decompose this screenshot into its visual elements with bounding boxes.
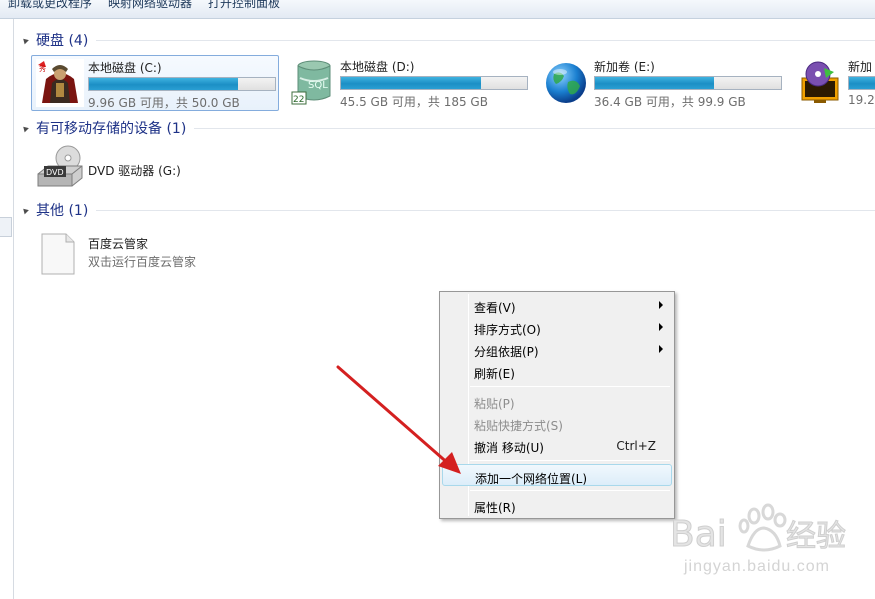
submenu-arrow-icon — [659, 345, 663, 353]
drive-name: 本地磁盘 (C:) — [88, 61, 162, 75]
baidu-jingyan-watermark: Bai 经验 jingyan.baidu.com — [668, 500, 868, 590]
menu-item-label: 粘贴(P) — [474, 397, 515, 411]
drive-usage-fill — [595, 77, 715, 89]
collapse-triangle-icon[interactable] — [21, 36, 29, 44]
group-header-removable[interactable]: 有可移动存储的设备 (1) — [21, 118, 875, 138]
item-name: 百度云管家 — [88, 237, 149, 251]
group-title: 其他 (1) — [36, 203, 89, 219]
drive-free-space: 9.96 GB 可用，共 50.0 GB — [88, 96, 240, 110]
watermark-site-text: jingyan.baidu.com — [684, 558, 830, 575]
command-toolbar: 卸载或更改程序 映射网络驱动器 打开控制面板 — [0, 0, 875, 19]
drive-usage-fill — [341, 77, 481, 89]
drive-name: 本地磁盘 (D:) — [340, 60, 415, 74]
warrior-drive-icon: 秀 — [36, 59, 84, 107]
group-divider — [96, 209, 875, 211]
baidu-logo-icon: Bai 经验 — [670, 503, 847, 556]
svg-text:SQL: SQL — [308, 80, 328, 91]
navigation-pane-handle[interactable] — [0, 217, 12, 237]
baidu-cloud-item[interactable]: 百度云管家 双击运行百度云管家 — [32, 228, 272, 278]
drive-usage-bar — [848, 76, 875, 90]
item-subtitle: 双击运行百度云管家 — [88, 255, 197, 269]
menu-item-label: 属性(R) — [474, 501, 516, 515]
group-title: 有可移动存储的设备 (1) — [36, 121, 187, 137]
dvd-badge-text: DVD — [46, 168, 64, 177]
globe-drive-icon — [546, 63, 586, 103]
drive-usage-bar — [594, 76, 782, 90]
menu-item-add-network-location[interactable]: 添加一个网络位置(L) — [442, 464, 672, 486]
drive-e[interactable]: 新加卷 (E:) 36.4 GB 可用，共 99.9 GB — [538, 55, 786, 111]
group-divider — [194, 127, 875, 129]
menu-item-label: 粘贴快捷方式(S) — [474, 419, 563, 433]
drive-usage-bar — [88, 77, 276, 91]
menu-item-refresh[interactable]: 刷新(E) — [442, 360, 672, 382]
menu-item-properties[interactable]: 属性(R) — [442, 494, 672, 516]
group-divider — [96, 39, 875, 41]
drive-c[interactable]: 秀 本地磁盘 (C:) 9.96 GB 可用，共 50.0 GB — [31, 55, 279, 111]
menu-item-paste-shortcut[interactable]: 粘贴快捷方式(S) — [442, 412, 672, 434]
collapse-triangle-icon[interactable] — [21, 206, 29, 214]
svg-text:经验: 经验 — [786, 519, 846, 554]
open-control-panel-button[interactable]: 打开控制面板 — [200, 0, 288, 9]
red-arrow-annotation — [336, 365, 461, 474]
drive-name: DVD 驱动器 (G:) — [88, 164, 181, 178]
drive-name: 新加 — [848, 60, 873, 74]
menu-item-label: 分组依据(P) — [474, 345, 539, 359]
drive-usage-bar — [340, 76, 528, 90]
drive-free-space: 36.4 GB 可用，共 99.9 GB — [594, 95, 746, 109]
uninstall-program-button[interactable]: 卸载或更改程序 — [0, 0, 100, 9]
drive-d[interactable]: SQL 22 本地磁盘 (D:) 45.5 GB 可用，共 185 GB — [284, 55, 532, 111]
menu-item-label: 撤消 移动(U) — [474, 441, 544, 455]
menu-separator — [470, 490, 670, 491]
menu-separator — [470, 386, 670, 387]
menu-item-shortcut: Ctrl+Z — [616, 439, 656, 453]
dvd-drive[interactable]: DVD DVD 驱动器 (G:) — [32, 142, 272, 194]
map-network-drive-button[interactable]: 映射网络驱动器 — [100, 0, 200, 9]
menu-item-label: 排序方式(O) — [474, 323, 541, 337]
group-header-hard-disks[interactable]: 硬盘 (4) — [21, 30, 875, 50]
group-title: 硬盘 (4) — [36, 33, 89, 49]
media-monitor-drive-icon — [801, 61, 839, 103]
menu-item-view[interactable]: 查看(V) — [442, 294, 672, 316]
menu-item-label: 刷新(E) — [474, 367, 515, 381]
svg-text:22: 22 — [293, 95, 304, 105]
drive-usage-fill — [849, 77, 875, 89]
menu-item-paste[interactable]: 粘贴(P) — [442, 390, 672, 412]
menu-item-sort[interactable]: 排序方式(O) — [442, 316, 672, 338]
svg-text:Bai: Bai — [670, 514, 727, 555]
submenu-arrow-icon — [659, 323, 663, 331]
drive-name: 新加卷 (E:) — [594, 60, 655, 74]
menu-item-label: 查看(V) — [474, 301, 516, 315]
dvd-drive-icon: DVD — [37, 145, 83, 187]
menu-item-undo-move[interactable]: 撤消 移动(U) Ctrl+Z — [442, 434, 672, 456]
svg-text:秀: 秀 — [39, 64, 46, 73]
context-menu: 查看(V) 排序方式(O) 分组依据(P) 刷新(E) 粘贴(P) 粘贴快捷方式… — [439, 291, 675, 519]
drive-usage-fill — [89, 78, 238, 90]
menu-separator — [470, 460, 670, 461]
group-header-other[interactable]: 其他 (1) — [21, 200, 875, 220]
submenu-arrow-icon — [659, 301, 663, 309]
drive-free-space: 45.5 GB 可用，共 185 GB — [340, 95, 488, 109]
drive-free-space: 19.2 — [848, 93, 875, 107]
database-drive-icon: SQL 22 — [291, 60, 331, 105]
menu-item-group[interactable]: 分组依据(P) — [442, 338, 672, 360]
navigation-pane — [0, 19, 14, 599]
collapse-triangle-icon[interactable] — [21, 124, 29, 132]
menu-item-label: 添加一个网络位置(L) — [475, 472, 588, 486]
blank-file-icon — [41, 233, 75, 275]
drive-partial[interactable]: 新加 19.2 — [792, 55, 875, 111]
